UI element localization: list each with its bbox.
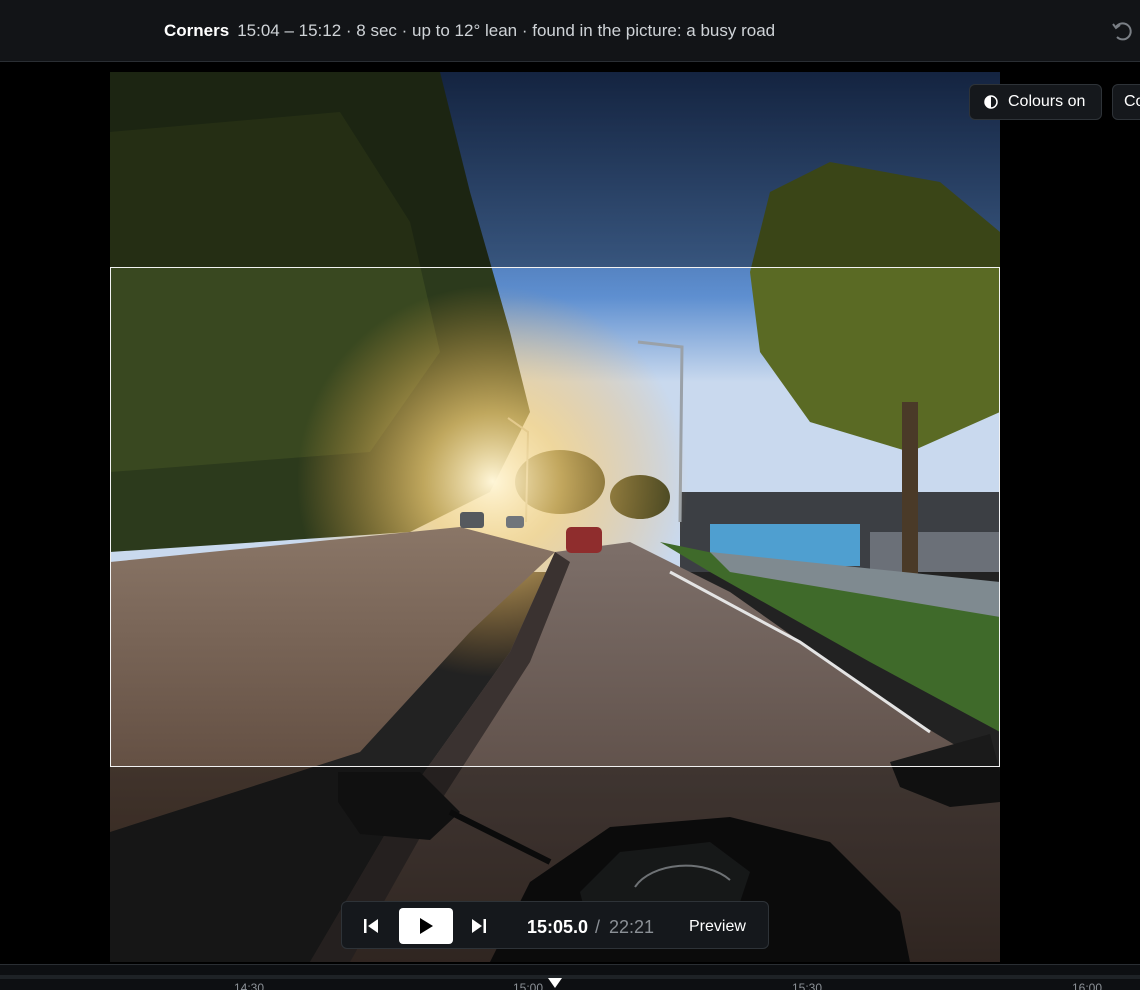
contrast-icon xyxy=(984,95,998,109)
timeline[interactable]: 14:30 15:00 15:30 16:00 xyxy=(0,964,1140,990)
timeline-tick: 14:30 xyxy=(234,981,265,990)
skip-back-button[interactable] xyxy=(362,916,380,936)
clip-header: Corners 15:04 – 15:12 · 8 sec · up to 12°… xyxy=(0,0,1140,62)
skip-back-icon xyxy=(364,919,378,933)
total-time: 22:21 xyxy=(609,917,655,937)
timeline-tick: 15:30 xyxy=(792,981,823,990)
video-frame[interactable] xyxy=(110,72,1000,962)
clip-meta: 15:04 – 15:12 · 8 sec · up to 12° lean ·… xyxy=(237,21,776,40)
current-time: 15:05.0 xyxy=(527,917,589,937)
undo-icon xyxy=(1112,22,1132,41)
playhead-marker[interactable] xyxy=(548,978,562,988)
second-toggle-label: Co xyxy=(1124,93,1140,110)
skip-forward-icon xyxy=(472,919,486,933)
clip-title-line: Corners 15:04 – 15:12 · 8 sec · up to 12°… xyxy=(164,21,775,41)
play-icon xyxy=(420,918,433,934)
colours-toggle-label: Colours on xyxy=(1008,93,1086,110)
timeline-track[interactable] xyxy=(0,975,1140,979)
undo-button[interactable] xyxy=(1110,18,1136,44)
timeline-tick: 16:00 xyxy=(1072,981,1103,990)
player-controls: 15:05.0 / 22:21 Preview xyxy=(341,901,769,949)
preview-button[interactable]: Preview xyxy=(689,918,746,936)
crop-dim-top xyxy=(110,72,1000,267)
timeline-tick: 15:00 xyxy=(513,981,544,990)
colours-toggle-button[interactable]: Colours on xyxy=(969,84,1102,120)
crop-selection[interactable] xyxy=(110,267,1000,767)
play-button[interactable] xyxy=(399,908,453,944)
second-toggle-button[interactable]: Co xyxy=(1112,84,1140,120)
clip-title: Corners xyxy=(164,21,230,40)
skip-forward-button[interactable] xyxy=(470,916,488,936)
time-separator: / xyxy=(595,917,601,937)
